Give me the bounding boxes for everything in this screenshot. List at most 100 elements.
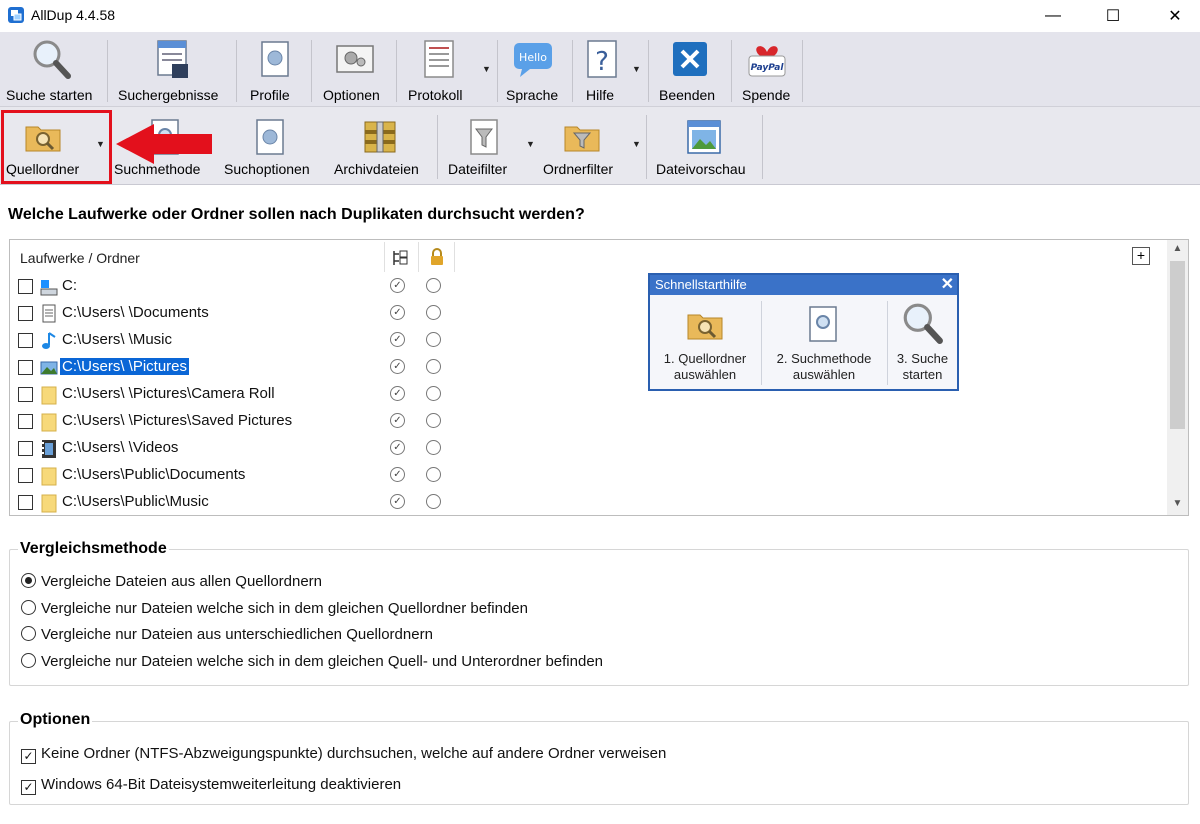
scroll-up-icon[interactable]: ▲	[1167, 240, 1188, 258]
folder-list[interactable]: Laufwerke / Ordner C: ✓ C:\Users\ \Docum…	[9, 239, 1189, 516]
quickstart-step-line1: 1. Quellordner	[663, 351, 747, 366]
folder-path: C:\Users\ \Pictures\Camera Roll	[62, 385, 275, 402]
radio-button[interactable]	[21, 626, 36, 641]
compare-option-different-folders[interactable]: Vergleiche nur Dateien aus unterschiedli…	[21, 626, 433, 643]
folder-row[interactable]: C:\Users\ \Documents ✓	[10, 301, 470, 328]
include-subfolders-toggle[interactable]: ✓	[390, 494, 405, 509]
include-subfolders-toggle[interactable]: ✓	[390, 440, 405, 455]
folder-icon	[41, 413, 57, 432]
lock-toggle[interactable]	[426, 332, 441, 347]
compare-option-all[interactable]: Vergleiche Dateien aus allen Quellordner…	[21, 573, 322, 590]
row-checkbox[interactable]	[18, 333, 33, 348]
document-icon	[42, 304, 56, 323]
folder-icon	[41, 467, 57, 486]
folder-row[interactable]: C:\Users\Public\Music ✓	[10, 490, 470, 515]
folder-row[interactable]: C:\Users\ \Music ✓	[10, 328, 470, 355]
scroll-thumb[interactable]	[1170, 261, 1185, 429]
include-subfolders-toggle[interactable]: ✓	[390, 305, 405, 320]
folder-row[interactable]: C: ✓	[10, 274, 470, 301]
row-checkbox[interactable]	[18, 441, 33, 456]
folder-path: C:\Users\ \Pictures	[60, 358, 190, 375]
row-checkbox[interactable]	[18, 414, 33, 429]
toolbar-divider	[311, 40, 312, 102]
compare-method-title: Vergleichsmethode	[18, 540, 169, 558]
quickstart-step-line1: 2. Suchmethode	[776, 351, 872, 366]
radio-button[interactable]	[21, 573, 36, 588]
lock-toggle[interactable]	[426, 467, 441, 482]
option-skip-junctions[interactable]: ✓ Keine Ordner (NTFS-Abzweigungspunkte) d…	[21, 745, 666, 764]
window-title: AllDup 4.4.58	[31, 7, 116, 23]
checkbox[interactable]: ✓	[21, 780, 36, 795]
quickstart-step-start[interactable]: 3. Suche starten	[888, 295, 957, 389]
folder-filter-button[interactable]: Ordnerfilter	[540, 107, 632, 185]
quickstart-step-source[interactable]: 1. Quellordner auswählen	[650, 295, 760, 389]
lock-toggle[interactable]	[426, 386, 441, 401]
file-filter-dropdown-icon[interactable]: ▼	[526, 139, 535, 149]
folder-list-scrollbar[interactable]: ▲ ▼	[1167, 240, 1188, 515]
row-checkbox[interactable]	[18, 306, 33, 321]
options-button[interactable]: Optionen	[318, 32, 392, 107]
radio-button[interactable]	[21, 653, 36, 668]
close-button[interactable]: ✕	[1152, 0, 1198, 32]
checkbox[interactable]: ✓	[21, 749, 36, 764]
radio-button[interactable]	[21, 600, 36, 615]
include-subfolders-toggle[interactable]: ✓	[390, 467, 405, 482]
search-options-button[interactable]: Suchoptionen	[220, 107, 326, 185]
file-filter-button[interactable]: Dateifilter	[444, 107, 524, 185]
row-checkbox[interactable]	[18, 360, 33, 375]
toolbar-divider	[731, 40, 732, 102]
start-search-label: Suche starten	[6, 87, 93, 103]
lock-toggle[interactable]	[426, 278, 441, 293]
folder-row[interactable]: C:\Users\ \Videos ✓	[10, 436, 470, 463]
row-checkbox[interactable]	[18, 279, 33, 294]
log-button[interactable]: Protokoll	[404, 32, 480, 107]
lock-column-icon	[431, 248, 443, 265]
row-checkbox[interactable]	[18, 468, 33, 483]
folder-row[interactable]: C:\Users\ \Pictures ✓	[10, 355, 470, 382]
help-dropdown-icon[interactable]: ▼	[632, 64, 641, 74]
scroll-down-icon[interactable]: ▼	[1167, 495, 1188, 513]
search-results-button[interactable]: Suchergebnisse	[112, 32, 232, 107]
language-button[interactable]: Hello Sprache	[502, 32, 568, 107]
folder-row[interactable]: C:\Users\Public\Documents ✓	[10, 463, 470, 490]
search-options-label: Suchoptionen	[224, 161, 310, 177]
quickstart-title: Schnellstarthilfe	[650, 275, 957, 295]
options-label: Optionen	[323, 87, 380, 103]
add-folder-button[interactable]: +	[1132, 247, 1150, 265]
help-button[interactable]: ? Hilfe	[578, 32, 630, 107]
toolbar-divider	[648, 40, 649, 102]
lock-toggle[interactable]	[426, 359, 441, 374]
compare-option-same-folder[interactable]: Vergleiche nur Dateien welche sich in de…	[21, 600, 528, 617]
lock-toggle[interactable]	[426, 305, 441, 320]
title-bar: AllDup 4.4.58 — ☐ ✕	[0, 0, 1200, 32]
include-subfolders-toggle[interactable]: ✓	[390, 386, 405, 401]
file-preview-button[interactable]: Dateivorschau	[652, 107, 758, 185]
include-subfolders-toggle[interactable]: ✓	[390, 278, 405, 293]
quickstart-close-icon[interactable]: ✕	[941, 275, 954, 295]
exit-button[interactable]: Beenden	[655, 32, 725, 107]
row-checkbox[interactable]	[18, 495, 33, 510]
archive-files-button[interactable]: Archivdateien	[330, 107, 434, 185]
quickstart-step-method[interactable]: 2. Suchmethode auswählen	[762, 295, 886, 389]
lock-toggle[interactable]	[426, 413, 441, 428]
drive-icon	[40, 280, 58, 296]
include-subfolders-toggle[interactable]: ✓	[390, 359, 405, 374]
folder-row[interactable]: C:\Users\ \Pictures\Saved Pictures ✓	[10, 409, 470, 436]
include-subfolders-toggle[interactable]: ✓	[390, 413, 405, 428]
folder-row[interactable]: C:\Users\ \Pictures\Camera Roll ✓	[10, 382, 470, 409]
lock-toggle[interactable]	[426, 494, 441, 509]
maximize-button[interactable]: ☐	[1090, 0, 1136, 32]
row-checkbox[interactable]	[18, 387, 33, 402]
log-dropdown-icon[interactable]: ▼	[482, 64, 491, 74]
start-search-button[interactable]: Suche starten	[0, 32, 104, 107]
profiles-button[interactable]: Profile	[244, 32, 306, 107]
compare-option-same-subfolder[interactable]: Vergleiche nur Dateien welche sich in de…	[21, 653, 603, 670]
lock-toggle[interactable]	[426, 440, 441, 455]
paypal-badge-text: PayPal	[751, 63, 785, 73]
option-disable-fs-redirection[interactable]: ✓ Windows 64-Bit Dateisystemweiterleitung…	[21, 776, 401, 795]
minimize-button[interactable]: —	[1030, 0, 1076, 32]
donate-button[interactable]: PayPal Spende	[736, 32, 800, 107]
folder-filter-dropdown-icon[interactable]: ▼	[632, 139, 641, 149]
toolbar-divider	[437, 115, 438, 179]
include-subfolders-toggle[interactable]: ✓	[390, 332, 405, 347]
